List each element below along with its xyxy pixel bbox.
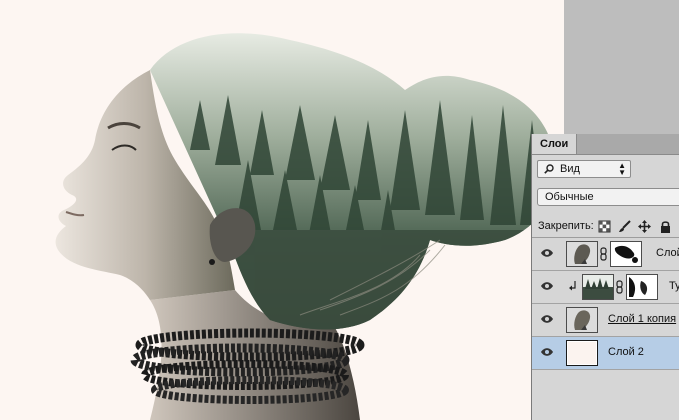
- workspace-background: [564, 0, 679, 136]
- lock-controls: Закрепить:: [532, 217, 679, 238]
- layer-name[interactable]: Слой 2: [608, 346, 644, 358]
- chevron-updown-icon: ▲ ▼: [618, 161, 626, 177]
- layer-mask-thumbnail[interactable]: [610, 241, 642, 267]
- search-icon: [544, 164, 554, 174]
- clip-arrow-icon: [569, 281, 576, 291]
- lock-label: Закрепить:: [538, 220, 594, 232]
- layer-thumbnail: [566, 307, 598, 333]
- layer-filter-label: Вид: [560, 163, 580, 175]
- chain-link-icon[interactable]: [600, 247, 607, 261]
- eye-icon[interactable]: [540, 313, 554, 325]
- layers-panel: Слои Вид ▲ ▼ Обычные Закрепить: Сло Т Сл…: [531, 134, 679, 420]
- lock-all-icon[interactable]: [659, 220, 672, 233]
- layer-mask-thumbnail[interactable]: [626, 274, 658, 300]
- panel-tab-bar: Слои: [532, 134, 679, 155]
- double-exposure-artwork: [55, 33, 555, 420]
- document-canvas[interactable]: [0, 0, 564, 420]
- eye-icon[interactable]: [540, 346, 554, 358]
- layer-filter-select[interactable]: Вид ▲ ▼: [537, 160, 631, 178]
- layer-name[interactable]: Слой 1 копия: [608, 313, 676, 325]
- lock-pixels-icon[interactable]: [598, 220, 611, 233]
- eye-icon[interactable]: [540, 247, 554, 259]
- lock-paint-icon[interactable]: [618, 220, 631, 233]
- layer-name[interactable]: Слой: [656, 247, 679, 259]
- chain-link-icon[interactable]: [616, 280, 623, 294]
- lock-move-icon[interactable]: [638, 220, 651, 233]
- layer-thumbnail: [582, 274, 614, 300]
- layer-row[interactable]: Ту: [532, 271, 679, 304]
- layer-thumbnail: [566, 340, 598, 366]
- blend-mode-label: Обычные: [545, 191, 594, 203]
- tab-layers[interactable]: Слои: [532, 134, 578, 154]
- layer-row[interactable]: Слой: [532, 238, 679, 271]
- layer-row[interactable]: Слой 2: [532, 337, 679, 370]
- layer-name[interactable]: Ту: [669, 280, 679, 292]
- layer-thumbnail: [566, 241, 598, 267]
- layer-row[interactable]: Слой 1 копия: [532, 304, 679, 337]
- blend-mode-select[interactable]: Обычные: [537, 188, 679, 206]
- layers-empty-area: [532, 370, 679, 420]
- eye-icon[interactable]: [540, 280, 554, 292]
